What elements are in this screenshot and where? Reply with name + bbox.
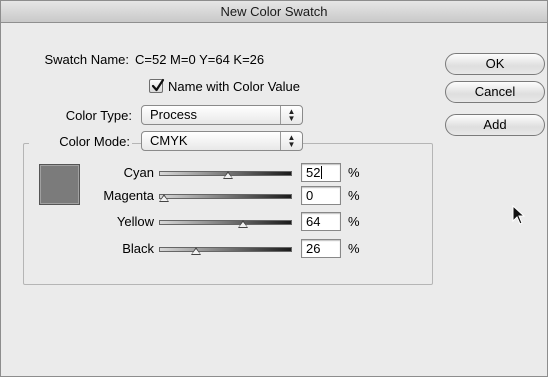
field-value: 52 [306, 165, 321, 180]
slider-thumb[interactable] [238, 220, 248, 228]
slider-thumb[interactable] [159, 194, 169, 202]
slider-cyan[interactable] [159, 168, 292, 180]
color-mode-label: Color Mode: [29, 134, 132, 149]
updown-arrows-icon: ▲ ▼ [280, 132, 302, 150]
slider-track [159, 220, 292, 225]
field-value: 26 [306, 241, 321, 256]
field-value: 0 [306, 188, 314, 203]
field-value: 64 [306, 214, 321, 229]
color-type-label: Color Type: [65, 108, 132, 123]
slider-thumb[interactable] [223, 171, 233, 179]
yellow-value-field[interactable]: 64 [301, 212, 341, 231]
cyan-value-field[interactable]: 52 [301, 163, 341, 182]
channel-label-cyan: Cyan [123, 165, 154, 180]
swatch-name-label: Swatch Name: [44, 52, 129, 67]
slider-track [159, 194, 292, 199]
checkmark-icon [151, 78, 165, 92]
channel-label-black: Black [122, 241, 154, 256]
name-with-color-value-label: Name with Color Value [168, 79, 300, 94]
slider-track [159, 247, 292, 252]
color-type-select[interactable]: Process ▲ ▼ [141, 105, 303, 125]
new-color-swatch-dialog: New Color Swatch Swatch Name: C=52 M=0 Y… [0, 0, 548, 377]
color-mode-select[interactable]: CMYK ▲ ▼ [141, 131, 303, 151]
magenta-value-field[interactable]: 0 [301, 186, 341, 205]
cancel-button[interactable]: Cancel [445, 81, 545, 103]
percent-unit-label: % [348, 165, 360, 180]
slider-magenta[interactable] [159, 191, 292, 203]
mouse-cursor-icon [512, 205, 526, 225]
slider-thumb[interactable] [191, 247, 201, 255]
percent-unit-label: % [348, 188, 360, 203]
slider-yellow[interactable] [159, 217, 292, 229]
add-button[interactable]: Add [445, 114, 545, 136]
channel-label-magenta: Magenta [103, 188, 154, 203]
slider-black[interactable] [159, 244, 292, 256]
ok-button[interactable]: OK [445, 53, 545, 75]
updown-arrows-icon: ▲ ▼ [280, 106, 302, 124]
swatch-name-value: C=52 M=0 Y=64 K=26 [135, 52, 265, 67]
percent-unit-label: % [348, 214, 360, 229]
color-type-value: Process [150, 107, 197, 122]
channel-label-yellow: Yellow [116, 214, 154, 229]
percent-unit-label: % [348, 241, 360, 256]
black-value-field[interactable]: 26 [301, 239, 341, 258]
dialog-title: New Color Swatch [1, 1, 547, 23]
color-mode-value: CMYK [150, 133, 188, 148]
name-with-color-value-checkbox[interactable] [149, 78, 165, 93]
text-caret [321, 166, 323, 179]
